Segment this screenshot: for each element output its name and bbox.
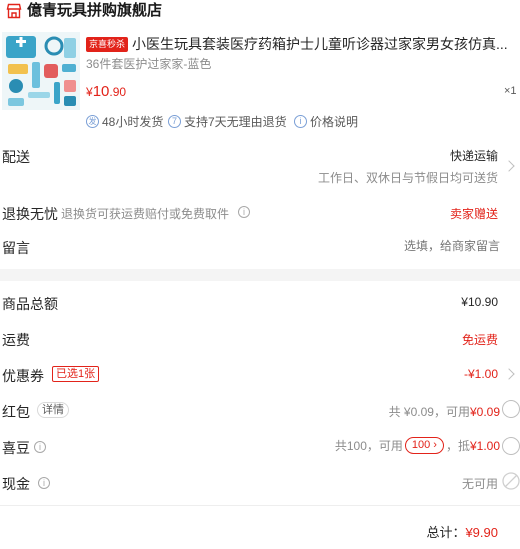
info-icon[interactable]: i (38, 477, 50, 489)
delivery-label: 配送 (2, 149, 30, 165)
jingdou-deduct-value: ¥1.00 (469, 438, 500, 453)
total-value: ¥9.90 (465, 525, 498, 540)
red-packet-checkbox[interactable] (502, 400, 520, 418)
disabled-icon (502, 472, 520, 490)
footer-divider (0, 505, 520, 506)
cash-value: 无可用 (461, 477, 498, 491)
message-input[interactable] (240, 236, 500, 256)
badge-7day-return: 7 支持7天无理由退货 (168, 113, 287, 130)
product-price: ¥10.90 (86, 83, 126, 101)
product-quantity: ×1 (504, 85, 517, 97)
badge-label: 支持7天无理由退货 (184, 115, 287, 129)
shipping-label: 运费 (2, 332, 30, 348)
info-icon[interactable]: i (34, 441, 46, 453)
chevron-right-icon[interactable] (503, 368, 515, 380)
badge-label: 价格说明 (310, 115, 359, 129)
cash-label: 现金 (2, 476, 30, 492)
price-symbol: ¥ (86, 85, 93, 99)
jingdou-deduct-label: ，抵 (445, 439, 470, 453)
delivery-method[interactable]: 快递运输 (450, 147, 498, 164)
jingdou-info: 共100，可用 100 › ，抵 ¥1.00 (335, 437, 500, 454)
ship-icon: 发 (86, 115, 99, 128)
coupon-value[interactable]: -¥1.00 (464, 367, 498, 381)
goods-total-value: ¥10.90 (461, 295, 498, 309)
jingdou-label: 喜豆 (2, 440, 30, 456)
jingdou-total: 共100，可用 (334, 439, 403, 453)
goods-total-label: 商品总额 (2, 296, 58, 312)
coupon-label: 优惠券 (2, 368, 44, 384)
product-image[interactable] (2, 32, 80, 110)
total-label: 总计： (426, 525, 466, 540)
price-integer: 10 (92, 83, 110, 100)
info-icon: i (294, 115, 307, 128)
exchange-desc: 退换货可获运费赔付或免费取件 (61, 207, 230, 221)
red-packet-detail-button[interactable]: 详情 (37, 402, 69, 418)
price-decimal: .90 (109, 85, 127, 99)
section-divider (0, 269, 520, 281)
badge-ship-48h: 发 48小时发货 (86, 113, 163, 130)
order-total: 总计：¥9.90 (426, 522, 498, 541)
red-packet-usable: ¥0.09 (469, 405, 500, 419)
red-packet-info: 共 ¥0.09，可用¥0.09 (389, 403, 500, 420)
red-packet-total: 共 ¥0.09，可用 (388, 405, 470, 419)
badge-price-explain[interactable]: i 价格说明 (294, 113, 358, 130)
seven-day-icon: 7 (168, 115, 181, 128)
badge-label: 48小时发货 (102, 115, 164, 129)
exchange-label: 退换无忧 (2, 206, 58, 222)
delivery-detail[interactable]: 工作日、双休日与节假日均可送货 (318, 169, 498, 186)
chevron-right-icon[interactable] (503, 160, 515, 172)
product-spec: 36件套医护过家家-蓝色 (86, 57, 212, 71)
message-label: 留言 (2, 240, 30, 256)
jingdou-amount-pill[interactable]: 100 › (404, 437, 444, 454)
exchange-value: 卖家赠送 (449, 207, 498, 221)
shipping-value: 免运费 (461, 333, 498, 347)
shop-icon (6, 3, 22, 19)
promo-tag: 京喜秒杀 (86, 37, 129, 52)
product-title[interactable]: 小医生玩具套装医疗药箱护士儿童听诊器过家家男女孩仿真... (132, 34, 512, 54)
shop-name[interactable]: 億青玩具拼购旗舰店 (27, 2, 162, 20)
info-icon[interactable]: i (238, 206, 250, 218)
coupon-badge[interactable]: 已选1张 (52, 366, 100, 382)
jingdou-checkbox[interactable] (502, 437, 520, 455)
red-packet-label: 红包 (2, 404, 30, 420)
